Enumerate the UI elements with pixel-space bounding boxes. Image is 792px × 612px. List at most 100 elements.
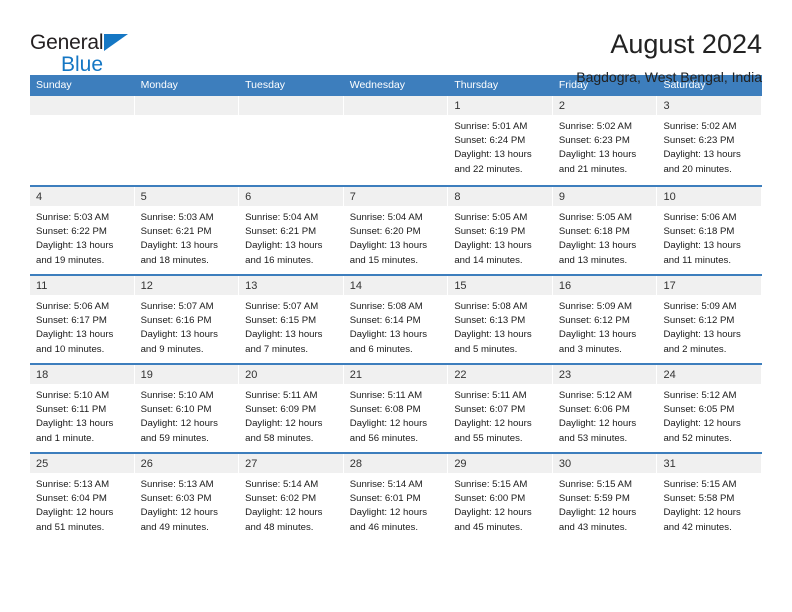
- weekday-header-thursday: Thursday: [454, 79, 499, 91]
- calendar-day-cell[interactable]: 6 Sunrise: 5:04 AM Sunset: 6:21 PM Daylight…: [239, 187, 344, 274]
- calendar-day-cell[interactable]: 14 Sunrise: 5:08 AM Sunset: 6:14 PM Dayligh…: [343, 276, 449, 363]
- calendar-day-cell[interactable]: 4 Sunrise: 5:03 AM Sunset: 6:22 PM Daylight…: [30, 187, 135, 274]
- day-detail-line: Sunrise: 5:05 AM: [558, 212, 632, 223]
- calendar-day-cell[interactable]: 27 Sunrise: 5:14 AM Sunset: 6:02 PM Dayligh…: [239, 454, 344, 541]
- day-number-band: 14: [343, 276, 448, 295]
- day-detail-line: Daylight: 12 hours: [245, 418, 323, 430]
- day-number: 24: [663, 369, 676, 381]
- day-details: Sunrise: 5:04 AM Sunset: 6:20 PM Daylight:…: [344, 206, 448, 268]
- weekday-header-wednesday: Wednesday: [349, 79, 405, 91]
- day-details: Sunrise: 5:08 AM Sunset: 6:13 PM Daylight:…: [448, 295, 552, 357]
- calendar-day-cell[interactable]: 9 Sunrise: 5:05 AM Sunset: 6:18 PM Daylight…: [552, 187, 658, 274]
- calendar-day-cell[interactable]: 3 Sunrise: 5:02 AM Sunset: 6:23 PM Daylight…: [657, 96, 763, 185]
- calendar-day-cell[interactable]: 20 Sunrise: 5:11 AM Sunset: 6:09 PM Dayligh…: [239, 365, 344, 452]
- day-detail-line: Sunrise: 5:13 AM: [140, 479, 214, 490]
- calendar-day-cell[interactable]: 12 Sunrise: 5:07 AM Sunset: 6:16 PM Dayligh…: [134, 276, 240, 363]
- day-number-band: 3: [657, 96, 762, 115]
- day-number-band: 28: [343, 454, 448, 473]
- day-detail-line: and 7 minutes.: [245, 343, 309, 355]
- day-detail-line: and 55 minutes.: [454, 432, 523, 444]
- day-detail-line: Sunset: 6:21 PM: [140, 226, 212, 238]
- calendar-day-cell[interactable]: 16 Sunrise: 5:09 AM Sunset: 6:12 PM Dayligh…: [552, 276, 658, 363]
- calendar-day-cell[interactable]: 15 Sunrise: 5:08 AM Sunset: 6:13 PM Dayligh…: [448, 276, 553, 363]
- day-number: 31: [663, 458, 676, 470]
- calendar-cell-empty: [30, 96, 135, 185]
- day-details: Sunrise: 5:03 AM Sunset: 6:21 PM Daylight:…: [135, 206, 239, 268]
- calendar-day-cell[interactable]: 18 Sunrise: 5:10 AM Sunset: 6:11 PM Dayligh…: [30, 365, 135, 452]
- calendar-day-cell[interactable]: 10 Sunrise: 5:06 AM Sunset: 6:18 PM Dayligh…: [657, 187, 763, 274]
- day-detail-line: Sunset: 6:14 PM: [349, 315, 421, 327]
- day-details: Sunrise: 5:13 AM Sunset: 6:04 PM Daylight:…: [30, 473, 134, 535]
- calendar-weeks: 1 Sunrise: 5:01 AM Sunset: 6:24 PM Daylight…: [30, 96, 763, 541]
- day-detail-line: Sunset: 6:07 PM: [454, 404, 526, 416]
- day-detail-line: Sunset: 6:15 PM: [245, 315, 317, 327]
- day-details: Sunrise: 5:14 AM Sunset: 6:02 PM Daylight:…: [239, 473, 343, 535]
- day-detail-line: Sunset: 6:03 PM: [140, 493, 212, 505]
- calendar-day-cell[interactable]: 24 Sunrise: 5:12 AM Sunset: 6:05 PM Dayligh…: [657, 365, 763, 452]
- day-number-band: 17: [657, 276, 762, 295]
- day-details: Sunrise: 5:02 AM Sunset: 6:23 PM Daylight:…: [553, 115, 657, 177]
- day-number: 10: [663, 191, 676, 203]
- day-detail-line: Sunrise: 5:10 AM: [140, 390, 214, 401]
- calendar-day-cell[interactable]: 7 Sunrise: 5:04 AM Sunset: 6:20 PM Daylight…: [343, 187, 449, 274]
- calendar-day-cell[interactable]: 22 Sunrise: 5:11 AM Sunset: 6:07 PM Dayligh…: [448, 365, 553, 452]
- calendar-day-cell[interactable]: 19 Sunrise: 5:10 AM Sunset: 6:10 PM Dayligh…: [134, 365, 240, 452]
- day-detail-line: Sunrise: 5:09 AM: [558, 301, 632, 312]
- day-detail-line: Sunrise: 5:10 AM: [36, 390, 110, 401]
- calendar-day-cell[interactable]: 23 Sunrise: 5:12 AM Sunset: 6:06 PM Dayligh…: [552, 365, 658, 452]
- day-detail-line: and 14 minutes.: [454, 254, 523, 266]
- day-detail-line: Sunset: 6:02 PM: [245, 493, 317, 505]
- day-detail-line: Sunrise: 5:15 AM: [663, 479, 737, 490]
- calendar-day-cell[interactable]: 29 Sunrise: 5:15 AM Sunset: 6:00 PM Dayligh…: [448, 454, 553, 541]
- day-details: [344, 115, 448, 120]
- day-detail-line: Sunrise: 5:11 AM: [454, 390, 527, 401]
- calendar-day-cell[interactable]: 5 Sunrise: 5:03 AM Sunset: 6:21 PM Daylight…: [134, 187, 240, 274]
- day-detail-line: Daylight: 12 hours: [140, 418, 218, 430]
- calendar-day-cell[interactable]: 1 Sunrise: 5:01 AM Sunset: 6:24 PM Daylight…: [448, 96, 553, 185]
- day-number-band: 9: [552, 187, 657, 206]
- day-detail-line: Daylight: 13 hours: [140, 329, 218, 341]
- day-detail-line: and 6 minutes.: [349, 343, 413, 355]
- day-number: 22: [454, 369, 467, 381]
- calendar-day-cell[interactable]: 8 Sunrise: 5:05 AM Sunset: 6:19 PM Daylight…: [448, 187, 553, 274]
- weekday-header-saturday: Saturday: [663, 79, 706, 91]
- calendar-day-cell[interactable]: 25 Sunrise: 5:13 AM Sunset: 6:04 PM Dayligh…: [30, 454, 135, 541]
- day-details: Sunrise: 5:14 AM Sunset: 6:01 PM Daylight:…: [344, 473, 448, 535]
- day-detail-line: and 16 minutes.: [245, 254, 314, 266]
- day-detail-line: and 10 minutes.: [36, 343, 105, 355]
- day-detail-line: Sunset: 6:22 PM: [36, 226, 107, 238]
- calendar-day-cell[interactable]: 21 Sunrise: 5:11 AM Sunset: 6:08 PM Dayligh…: [343, 365, 449, 452]
- day-number-band: 12: [134, 276, 239, 295]
- calendar-day-cell[interactable]: 26 Sunrise: 5:13 AM Sunset: 6:03 PM Dayligh…: [134, 454, 240, 541]
- calendar-day-cell[interactable]: 13 Sunrise: 5:07 AM Sunset: 6:15 PM Dayligh…: [239, 276, 344, 363]
- day-number-band: 22: [448, 365, 552, 384]
- calendar-day-cell[interactable]: 31 Sunrise: 5:15 AM Sunset: 5:58 PM Dayligh…: [657, 454, 763, 541]
- day-detail-line: Daylight: 12 hours: [663, 418, 741, 430]
- day-number-band: 16: [552, 276, 657, 295]
- day-number: 17: [663, 280, 676, 292]
- day-detail-line: Sunset: 6:17 PM: [36, 315, 107, 327]
- day-detail-line: and 56 minutes.: [349, 432, 419, 444]
- day-detail-line: Sunrise: 5:14 AM: [245, 479, 319, 490]
- day-number-band: 31: [657, 454, 762, 473]
- day-number: 21: [349, 369, 362, 381]
- day-detail-line: Sunrise: 5:02 AM: [663, 121, 737, 132]
- day-details: Sunrise: 5:03 AM Sunset: 6:22 PM Daylight:…: [30, 206, 134, 268]
- day-detail-line: and 45 minutes.: [454, 521, 523, 533]
- day-number: 13: [245, 280, 258, 292]
- calendar-day-cell[interactable]: 11 Sunrise: 5:06 AM Sunset: 6:17 PM Dayligh…: [30, 276, 135, 363]
- day-details: Sunrise: 5:07 AM Sunset: 6:16 PM Daylight:…: [135, 295, 239, 357]
- calendar-day-cell[interactable]: 2 Sunrise: 5:02 AM Sunset: 6:23 PM Daylight…: [552, 96, 658, 185]
- day-details: Sunrise: 5:15 AM Sunset: 5:58 PM Daylight:…: [657, 473, 761, 535]
- calendar-day-cell[interactable]: 17 Sunrise: 5:09 AM Sunset: 6:12 PM Dayligh…: [657, 276, 763, 363]
- calendar-day-cell[interactable]: 28 Sunrise: 5:14 AM Sunset: 6:01 PM Dayligh…: [343, 454, 449, 541]
- day-detail-line: Sunrise: 5:08 AM: [349, 301, 423, 312]
- day-number-band: 27: [239, 454, 343, 473]
- calendar-day-cell[interactable]: 30 Sunrise: 5:15 AM Sunset: 5:59 PM Dayligh…: [552, 454, 658, 541]
- calendar-cell-empty: [343, 96, 449, 185]
- day-detail-line: Sunset: 6:10 PM: [140, 404, 212, 416]
- day-detail-line: Daylight: 13 hours: [663, 149, 741, 161]
- day-detail-line: and 5 minutes.: [454, 343, 518, 355]
- day-details: Sunrise: 5:06 AM Sunset: 6:18 PM Daylight:…: [657, 206, 761, 268]
- brand-logo[interactable]: General Blue: [30, 28, 128, 75]
